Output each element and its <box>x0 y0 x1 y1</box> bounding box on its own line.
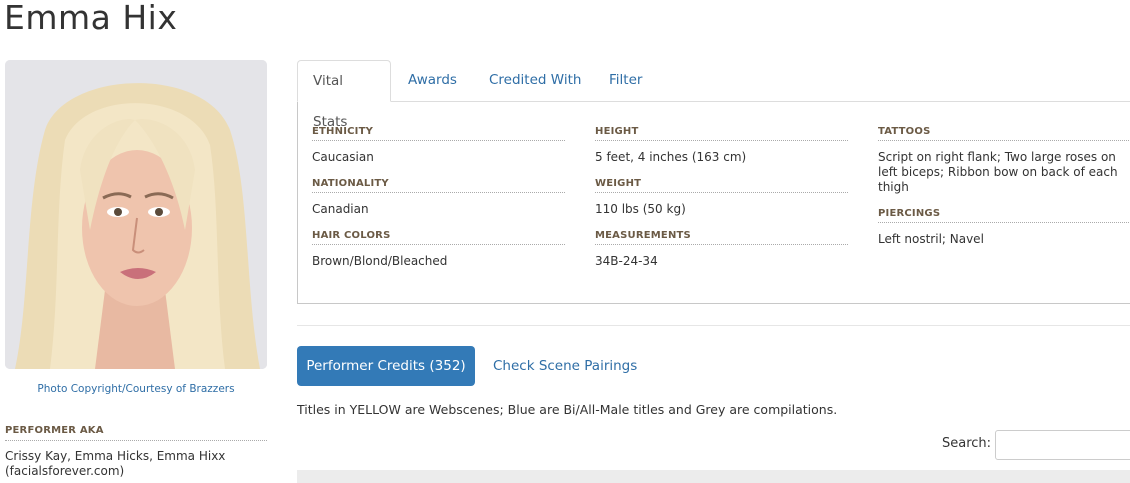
stats-column-1: ETHNICITY Caucasian NATIONALITY Canadian… <box>312 126 565 282</box>
stat-label-nationality: NATIONALITY <box>312 178 565 193</box>
stat-value-piercings: Left nostril; Navel <box>878 232 984 246</box>
stat-value-height: 5 feet, 4 inches (163 cm) <box>595 150 747 164</box>
tab-vital-stats[interactable]: Vital Stats <box>297 60 391 130</box>
stat-label-piercings: PIERCINGS <box>878 208 1130 223</box>
tab-filter[interactable]: Filter <box>594 60 657 101</box>
check-scene-pairings-link[interactable]: Check Scene Pairings <box>493 346 637 386</box>
stat-label-tattoos: TATTOOS <box>878 126 1130 141</box>
section-divider <box>297 325 1130 326</box>
stat-value-weight: 110 lbs (50 kg) <box>595 202 686 216</box>
profile-tabs: Vital Stats Awards Credited With Filter <box>297 60 1130 130</box>
stat-label-hair-colors: HAIR COLORS <box>312 230 565 245</box>
stat-value-measurements: 34B-24-34 <box>595 254 658 268</box>
stat-value-nationality: Canadian <box>312 202 369 216</box>
aka-value: Crissy Kay, Emma Hicks, Emma Hixx (facia… <box>5 449 226 478</box>
vital-stats-panel: ETHNICITY Caucasian NATIONALITY Canadian… <box>297 101 1130 304</box>
search-label: Search: <box>942 436 992 451</box>
stat-value-hair-colors: Brown/Blond/Bleached <box>312 254 448 268</box>
title-color-legend: Titles in YELLOW are Webscenes; Blue are… <box>297 402 838 417</box>
stat-label-weight: WEIGHT <box>595 178 848 193</box>
photo-credit[interactable]: Photo Copyright/Courtesy of Brazzers <box>5 383 267 396</box>
stat-label-ethnicity: ETHNICITY <box>312 126 565 141</box>
page-title: Emma Hix <box>4 0 178 37</box>
credits-table-header <box>297 470 1130 483</box>
stats-column-3: TATTOOS Script on right flank; Two large… <box>878 126 1130 260</box>
performer-photo <box>5 60 267 369</box>
stat-label-height: HEIGHT <box>595 126 848 141</box>
stat-label-measurements: MEASUREMENTS <box>595 230 848 245</box>
aka-heading: PERFORMER AKA <box>5 425 267 441</box>
search-input[interactable] <box>995 430 1130 460</box>
performer-credits-button[interactable]: Performer Credits (352) <box>297 346 475 386</box>
stat-value-tattoos: Script on right flank; Two large roses o… <box>878 150 1118 194</box>
tab-awards[interactable]: Awards <box>393 60 472 101</box>
tab-credited-with[interactable]: Credited With <box>474 60 596 101</box>
stat-value-ethnicity: Caucasian <box>312 150 374 164</box>
stats-column-2: HEIGHT 5 feet, 4 inches (163 cm) WEIGHT … <box>595 126 848 282</box>
